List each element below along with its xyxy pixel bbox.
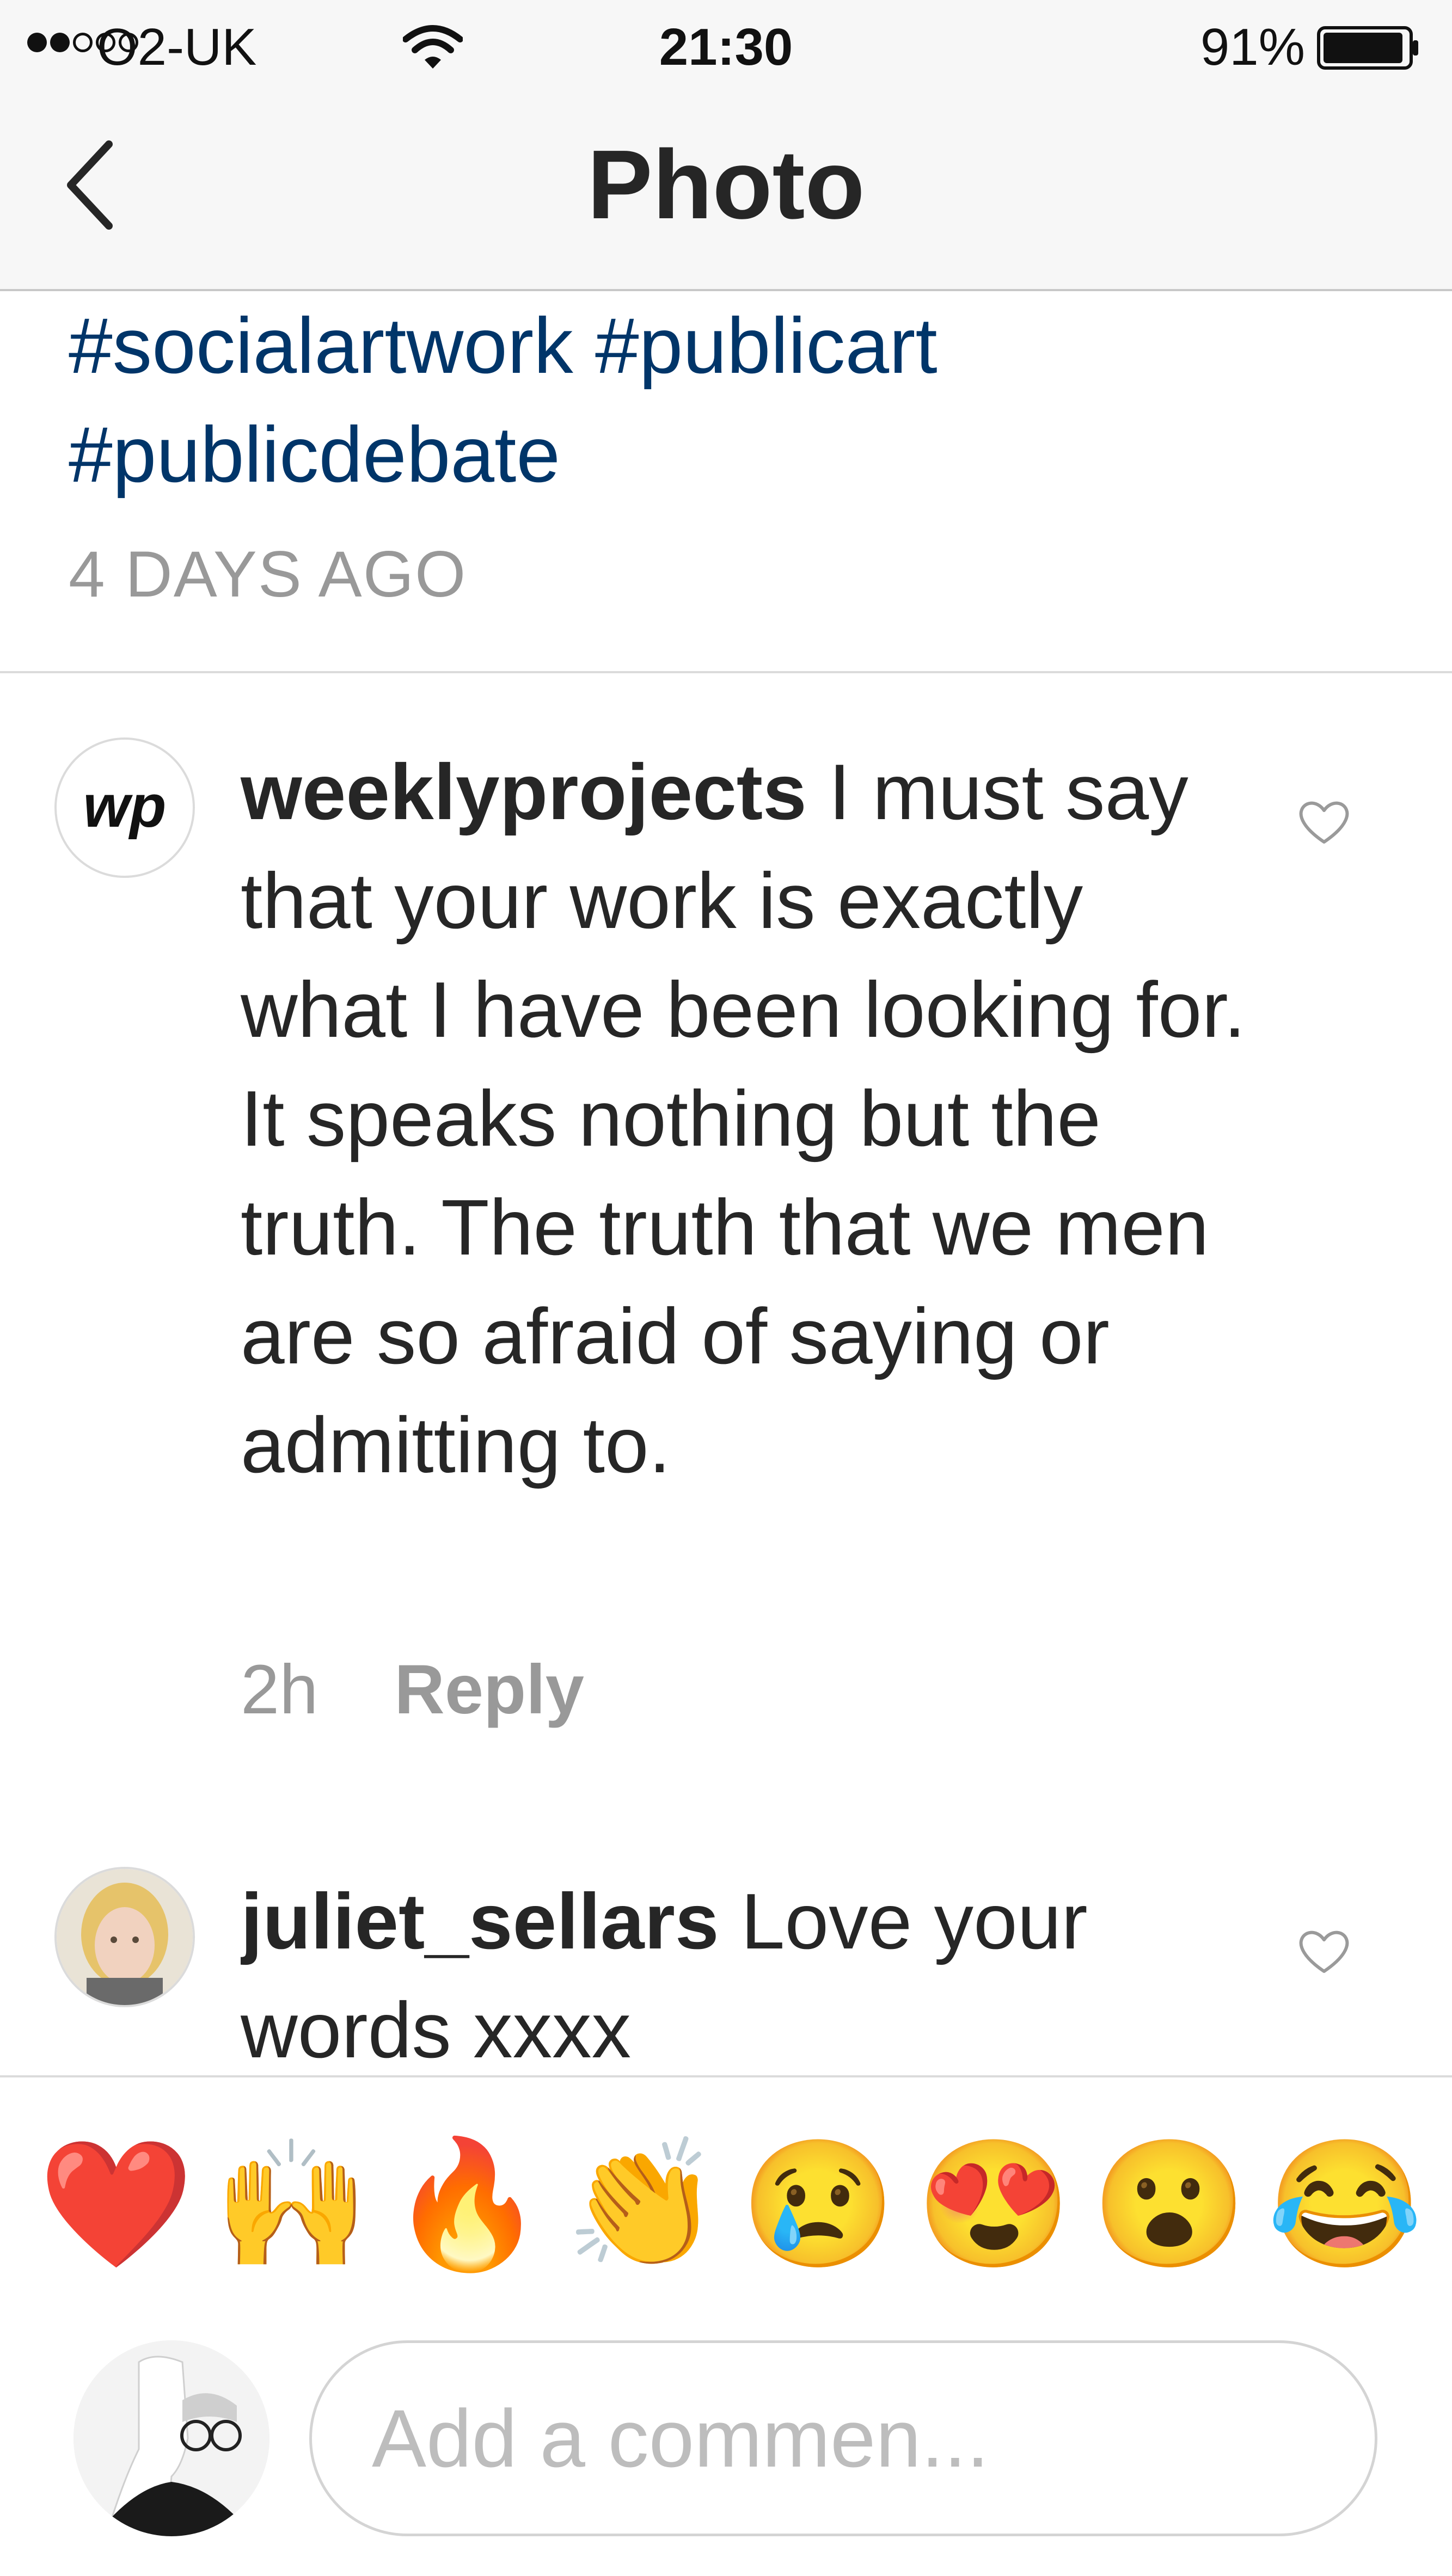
add-comment-input[interactable] xyxy=(309,2340,1377,2536)
avatar-weeklyprojects[interactable]: wp xyxy=(54,737,195,878)
caption-hashtags[interactable]: #socialartwork #publicart #publicdebate xyxy=(69,291,1375,509)
svg-text:wp: wp xyxy=(83,773,167,840)
emoji-tears-of-joy[interactable]: 😂 xyxy=(1267,2134,1423,2275)
battery-percentage: 91% xyxy=(1200,18,1305,76)
comment-body: juliet_sellars Love your words xxxx xyxy=(241,1867,1248,2074)
comment-meta: 2h Reply xyxy=(241,1649,584,1731)
emoji-crying-face[interactable]: 😢 xyxy=(740,2134,896,2275)
heart-icon[interactable] xyxy=(1297,797,1351,846)
current-user-avatar xyxy=(73,2340,269,2536)
emoji-red-heart[interactable]: ❤️ xyxy=(38,2134,194,2275)
emoji-surprised-face[interactable]: 😮 xyxy=(1092,2134,1247,2275)
post-timestamp: 4 DAYS AGO xyxy=(69,538,467,611)
comment-time: 2h xyxy=(241,1651,318,1729)
divider xyxy=(0,671,1452,673)
heart-icon[interactable] xyxy=(1297,1927,1351,1976)
reply-button[interactable]: Reply xyxy=(394,1651,584,1729)
profile-photo xyxy=(73,2340,269,2536)
emoji-quick-reactions: ❤️ 🙌 🔥 👏 😢 😍 😮 😂 xyxy=(0,2123,1452,2286)
navigation-bar: Photo xyxy=(0,93,1452,291)
comment-username[interactable]: juliet_sellars xyxy=(241,1877,719,1965)
battery-icon xyxy=(1317,26,1418,70)
emoji-heart-eyes[interactable]: 😍 xyxy=(916,2134,1071,2275)
emoji-fire[interactable]: 🔥 xyxy=(389,2134,545,2275)
comment-username[interactable]: weeklyprojects xyxy=(241,748,807,836)
page-title: Photo xyxy=(587,130,865,239)
comment-body: weeklyprojects I must say that your work… xyxy=(241,737,1248,1499)
status-bar: O2-UK 21:30 91% xyxy=(0,0,1452,93)
profile-photo xyxy=(57,1869,193,2005)
avatar-juliet-sellars[interactable] xyxy=(54,1867,195,2007)
weeklyprojects-logo: wp xyxy=(83,773,167,840)
emoji-raising-hands[interactable]: 🙌 xyxy=(213,2134,369,2275)
comment-text: I must say that your work is exactly wha… xyxy=(241,748,1246,1489)
emoji-clapping-hands[interactable]: 👏 xyxy=(565,2134,720,2275)
